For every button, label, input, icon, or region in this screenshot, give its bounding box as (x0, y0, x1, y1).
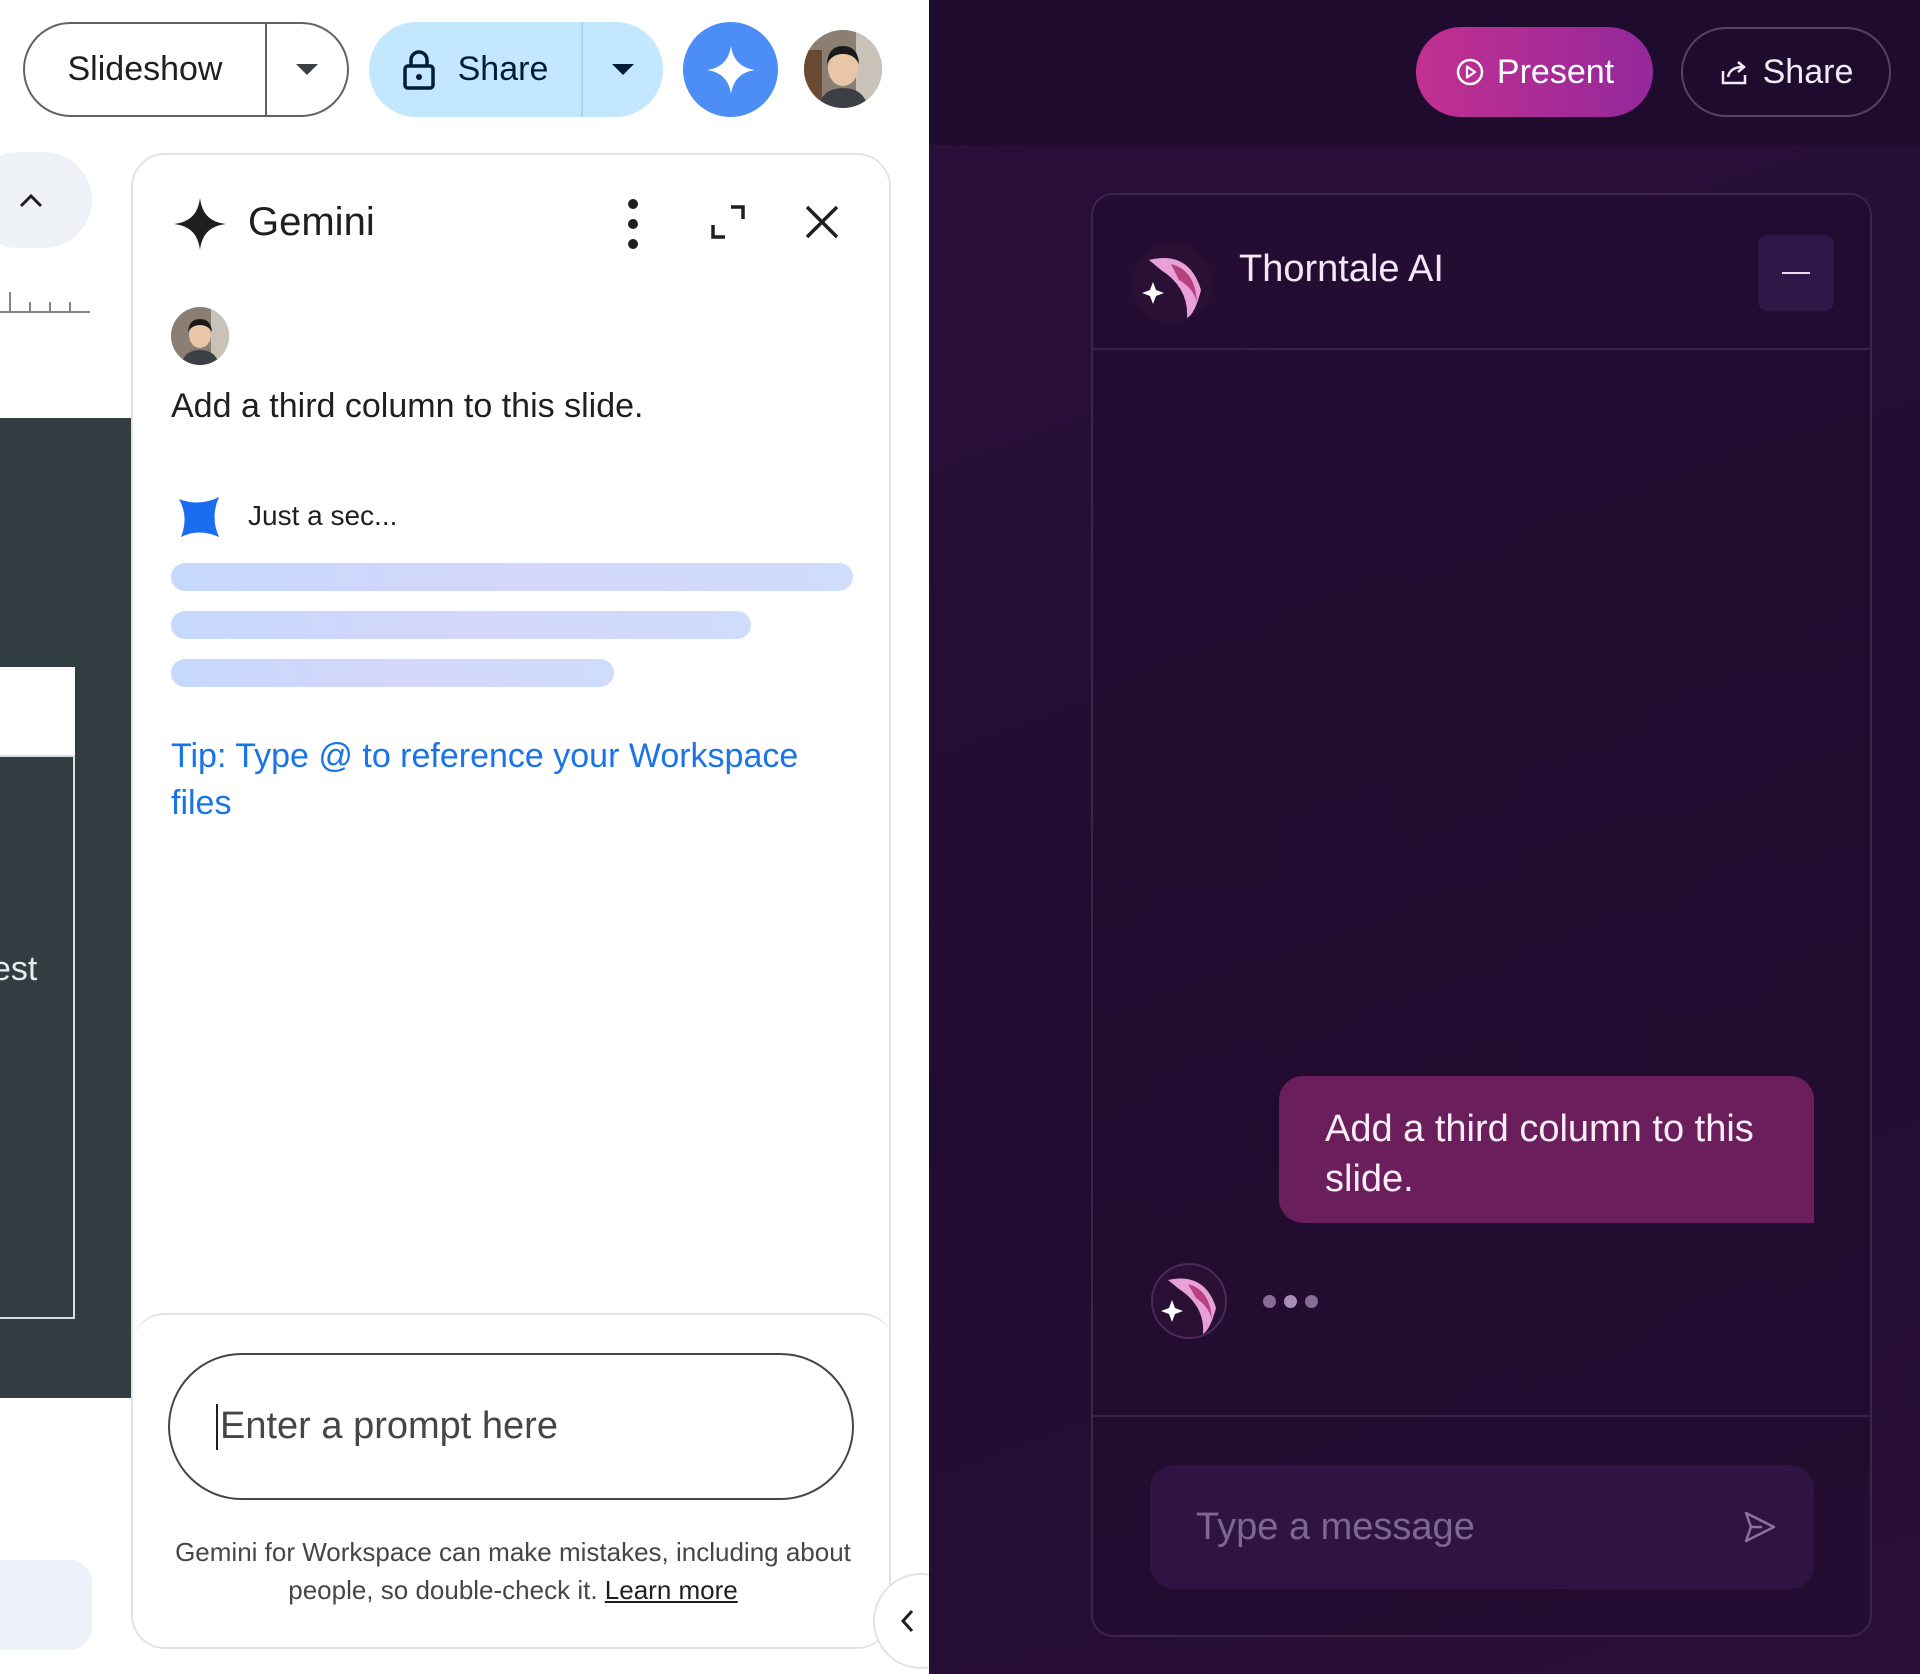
chat-title: Thorntale AI (1239, 248, 1444, 290)
thorntale-app-pane: Present Share Thorntale AI Add a third c… (929, 0, 1920, 1674)
message-input[interactable]: Type a message (1150, 1465, 1814, 1589)
disclaimer-text: Gemini for Workspace can make mistakes, … (175, 1537, 851, 1605)
chat-header: Thorntale AI (1093, 195, 1870, 350)
gemini-loading-icon (179, 497, 219, 537)
minus-icon (1782, 272, 1810, 274)
text-cursor (216, 1403, 218, 1450)
prompt-placeholder: Enter a prompt here (220, 1405, 558, 1447)
google-slides-pane: Slideshow Share est Gemini Add a third c… (0, 0, 929, 1674)
gemini-tip-link[interactable]: Tip: Type @ to reference your Workspace … (171, 733, 821, 827)
chat-input-area: Type a message (1093, 1415, 1870, 1635)
gemini-spark-icon (174, 198, 226, 250)
slideshow-button[interactable]: Slideshow (25, 24, 267, 115)
slide-column-frame[interactable] (0, 755, 75, 1319)
gemini-panel-title: Gemini (248, 200, 375, 244)
share-dropdown-button[interactable] (583, 22, 663, 117)
ruler (0, 292, 90, 313)
thorntale-logo-icon (1132, 243, 1212, 323)
chevron-left-icon (900, 1609, 914, 1633)
gemini-panel-header: Gemini (133, 155, 889, 285)
share-icon (1721, 61, 1746, 85)
gemini-spark-icon (706, 45, 755, 94)
chevron-up-icon (19, 193, 43, 208)
share-button[interactable]: Share (369, 22, 583, 117)
chevron-down-icon (296, 64, 318, 75)
expand-icon[interactable] (709, 203, 747, 241)
thorntale-logo-icon (1151, 1263, 1227, 1339)
slide-text-box[interactable] (0, 667, 75, 755)
account-avatar[interactable] (804, 30, 882, 108)
share-button[interactable]: Share (1681, 27, 1891, 117)
gemini-loading-text: Just a sec... (248, 500, 398, 531)
more-vert-icon[interactable] (618, 199, 648, 249)
play-circle-icon (1456, 58, 1484, 86)
minimize-button[interactable] (1758, 235, 1834, 311)
slideshow-button-group: Slideshow (23, 22, 349, 117)
loading-skeleton-line (171, 611, 751, 639)
close-icon[interactable] (803, 203, 841, 241)
thorntale-topbar: Present Share (929, 0, 1920, 145)
loading-skeleton-line (171, 659, 614, 687)
slide-text-fragment: est (0, 950, 38, 988)
learn-more-link[interactable]: Learn more (605, 1575, 738, 1605)
share-button-group: Share (369, 22, 663, 117)
chevron-down-icon (612, 64, 634, 75)
thorntale-chat-panel: Thorntale AI Add a third column to this … (1091, 193, 1872, 1637)
present-button[interactable]: Present (1416, 27, 1653, 117)
user-message-bubble: Add a third column to this slide. (1279, 1076, 1814, 1223)
gemini-disclaimer: Gemini for Workspace can make mistakes, … (133, 1533, 889, 1609)
share-label: Share (1762, 52, 1854, 91)
gemini-user-message: Add a third column to this slide. (171, 387, 644, 425)
present-label: Present (1496, 52, 1615, 91)
gemini-prompt-input[interactable]: Enter a prompt here (168, 1353, 854, 1500)
user-avatar (171, 307, 229, 365)
slideshow-dropdown-button[interactable] (267, 24, 347, 115)
gemini-button[interactable] (683, 22, 778, 117)
send-icon[interactable] (1740, 1507, 1780, 1547)
speaker-notes-toggle[interactable] (0, 1560, 92, 1650)
typing-indicator (1263, 1295, 1318, 1308)
message-placeholder: Type a message (1196, 1505, 1475, 1548)
loading-skeleton-line (171, 563, 853, 591)
gemini-input-area: Enter a prompt here Gemini for Workspace… (133, 1313, 889, 1647)
collapse-toolbar-button[interactable] (0, 152, 92, 248)
gemini-side-panel: Gemini Add a third column to this slide. (131, 153, 891, 1649)
lock-icon (402, 49, 435, 90)
share-label: Share (457, 50, 549, 88)
